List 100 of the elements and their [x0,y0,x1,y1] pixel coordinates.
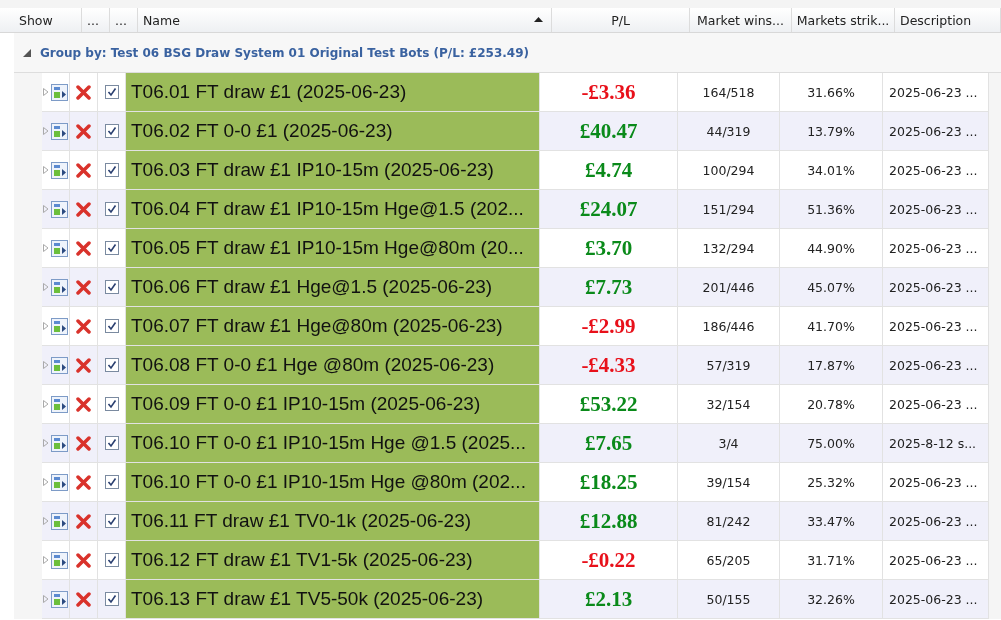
checkbox[interactable] [104,553,119,567]
column-header[interactable]: Market wins... [690,8,792,32]
column-header[interactable]: Name [138,8,552,32]
profit-loss-cell: -£2.99 [540,307,678,346]
group-label: Group by: Test 06 BSG Draw System 01 Original Test Bots (P/L: £253.49) [40,45,529,60]
bot-settings-icon[interactable] [51,356,68,374]
profit-loss-cell: £40.47 [540,112,678,151]
column-header[interactable]: ... [110,8,138,32]
checkbox[interactable] [104,280,119,294]
delete-icon[interactable] [76,513,91,529]
checkmark-icon [106,204,117,214]
bot-name-cell: T06.10 FT 0-0 £1 IP10-15m Hge @80m (202... [126,463,540,502]
strike-rate-cell: 51.36% [780,190,883,229]
bot-name-cell: T06.01 FT draw £1 (2025-06-23) [126,73,540,112]
checkbox[interactable] [104,202,119,216]
market-wins-cell: 81/242 [678,502,780,541]
checkmark-icon [106,516,117,526]
column-header[interactable]: P/L [552,8,690,32]
bot-name-cell: T06.10 FT 0-0 £1 IP10-15m Hge @1.5 (2025... [126,424,540,463]
bot-settings-icon[interactable] [51,590,68,608]
bot-settings-icon[interactable] [51,317,68,335]
bot-name-cell: T06.02 FT 0-0 £1 (2025-06-23) [126,112,540,151]
bot-settings-icon[interactable] [51,278,68,296]
market-wins-cell: 100/294 [678,151,780,190]
delete-icon[interactable] [76,279,91,295]
strike-rate-cell: 31.71% [780,541,883,580]
profit-loss-cell: £24.07 [540,190,678,229]
column-header[interactable]: Description [895,8,1001,32]
profit-loss-cell: £4.74 [540,151,678,190]
delete-icon[interactable] [76,201,91,217]
bot-settings-icon[interactable] [51,122,68,140]
description-cell: 2025-06-23 ... [883,151,989,190]
strike-rate-cell: 75.00% [780,424,883,463]
group-row[interactable]: Group by: Test 06 BSG Draw System 01 Original Test Bots (P/L: £253.49) [14,33,1001,73]
strike-rate-cell: 34.01% [780,151,883,190]
description-cell: 2025-06-23 ... [883,73,989,112]
checkbox[interactable] [104,592,119,606]
checkbox[interactable] [104,319,119,333]
description-cell: 2025-06-23 ... [883,112,989,151]
description-cell: 2025-06-23 ... [883,580,989,619]
delete-icon[interactable] [76,591,91,607]
checkbox[interactable] [104,85,119,99]
delete-icon[interactable] [76,357,91,373]
bot-settings-icon[interactable] [51,512,68,530]
bot-settings-icon[interactable] [51,161,68,179]
strike-rate-cell: 13.79% [780,112,883,151]
strike-rate-cell: 20.78% [780,385,883,424]
column-header[interactable]: ... [82,8,110,32]
bot-name-cell: T06.07 FT draw £1 Hge@80m (2025-06-23) [126,307,540,346]
bot-name-cell: T06.06 FT draw £1 Hge@1.5 (2025-06-23) [126,268,540,307]
delete-icon[interactable] [76,435,91,451]
delete-icon[interactable] [76,318,91,334]
column-header[interactable]: Markets strik... [792,8,895,32]
column-header[interactable]: Show [14,8,82,32]
checkmark-icon [106,360,117,370]
checkmark-icon [106,594,117,604]
bot-settings-icon[interactable] [51,551,68,569]
checkmark-icon [106,87,117,97]
collapse-arrow-icon[interactable] [23,48,31,57]
delete-icon[interactable] [76,162,91,178]
checkbox[interactable] [104,358,119,372]
strike-rate-cell: 25.32% [780,463,883,502]
checkmark-icon [106,399,117,409]
delete-icon[interactable] [76,240,91,256]
description-cell: 2025-06-23 ... [883,229,989,268]
market-wins-cell: 151/294 [678,190,780,229]
checkbox[interactable] [104,163,119,177]
delete-icon[interactable] [76,552,91,568]
strike-rate-cell: 45.07% [780,268,883,307]
description-cell: 2025-06-23 ... [883,502,989,541]
bot-settings-icon[interactable] [51,83,68,101]
delete-icon[interactable] [76,396,91,412]
bot-settings-icon[interactable] [51,395,68,413]
bot-name-cell: T06.03 FT draw £1 IP10-15m (2025-06-23) [126,151,540,190]
market-wins-cell: 32/154 [678,385,780,424]
profit-loss-cell: £7.73 [540,268,678,307]
strike-rate-cell: 41.70% [780,307,883,346]
profit-loss-cell: -£0.22 [540,541,678,580]
bot-settings-icon[interactable] [51,473,68,491]
checkmark-icon [106,282,117,292]
checkbox[interactable] [104,514,119,528]
checkbox[interactable] [104,475,119,489]
strike-rate-cell: 33.47% [780,502,883,541]
strike-rate-cell: 44.90% [780,229,883,268]
delete-icon[interactable] [76,474,91,490]
checkbox[interactable] [104,436,119,450]
profit-loss-cell: £3.70 [540,229,678,268]
delete-icon[interactable] [76,123,91,139]
description-cell: 2025-06-23 ... [883,307,989,346]
checkmark-icon [106,126,117,136]
checkbox[interactable] [104,124,119,138]
checkbox[interactable] [104,397,119,411]
market-wins-cell: 39/154 [678,463,780,502]
checkmark-icon [106,165,117,175]
checkbox[interactable] [104,241,119,255]
bot-settings-icon[interactable] [51,239,68,257]
bot-settings-icon[interactable] [51,434,68,452]
delete-icon[interactable] [76,84,91,100]
bot-settings-icon[interactable] [51,200,68,218]
bot-name-cell: T06.04 FT draw £1 IP10-15m Hge@1.5 (202... [126,190,540,229]
